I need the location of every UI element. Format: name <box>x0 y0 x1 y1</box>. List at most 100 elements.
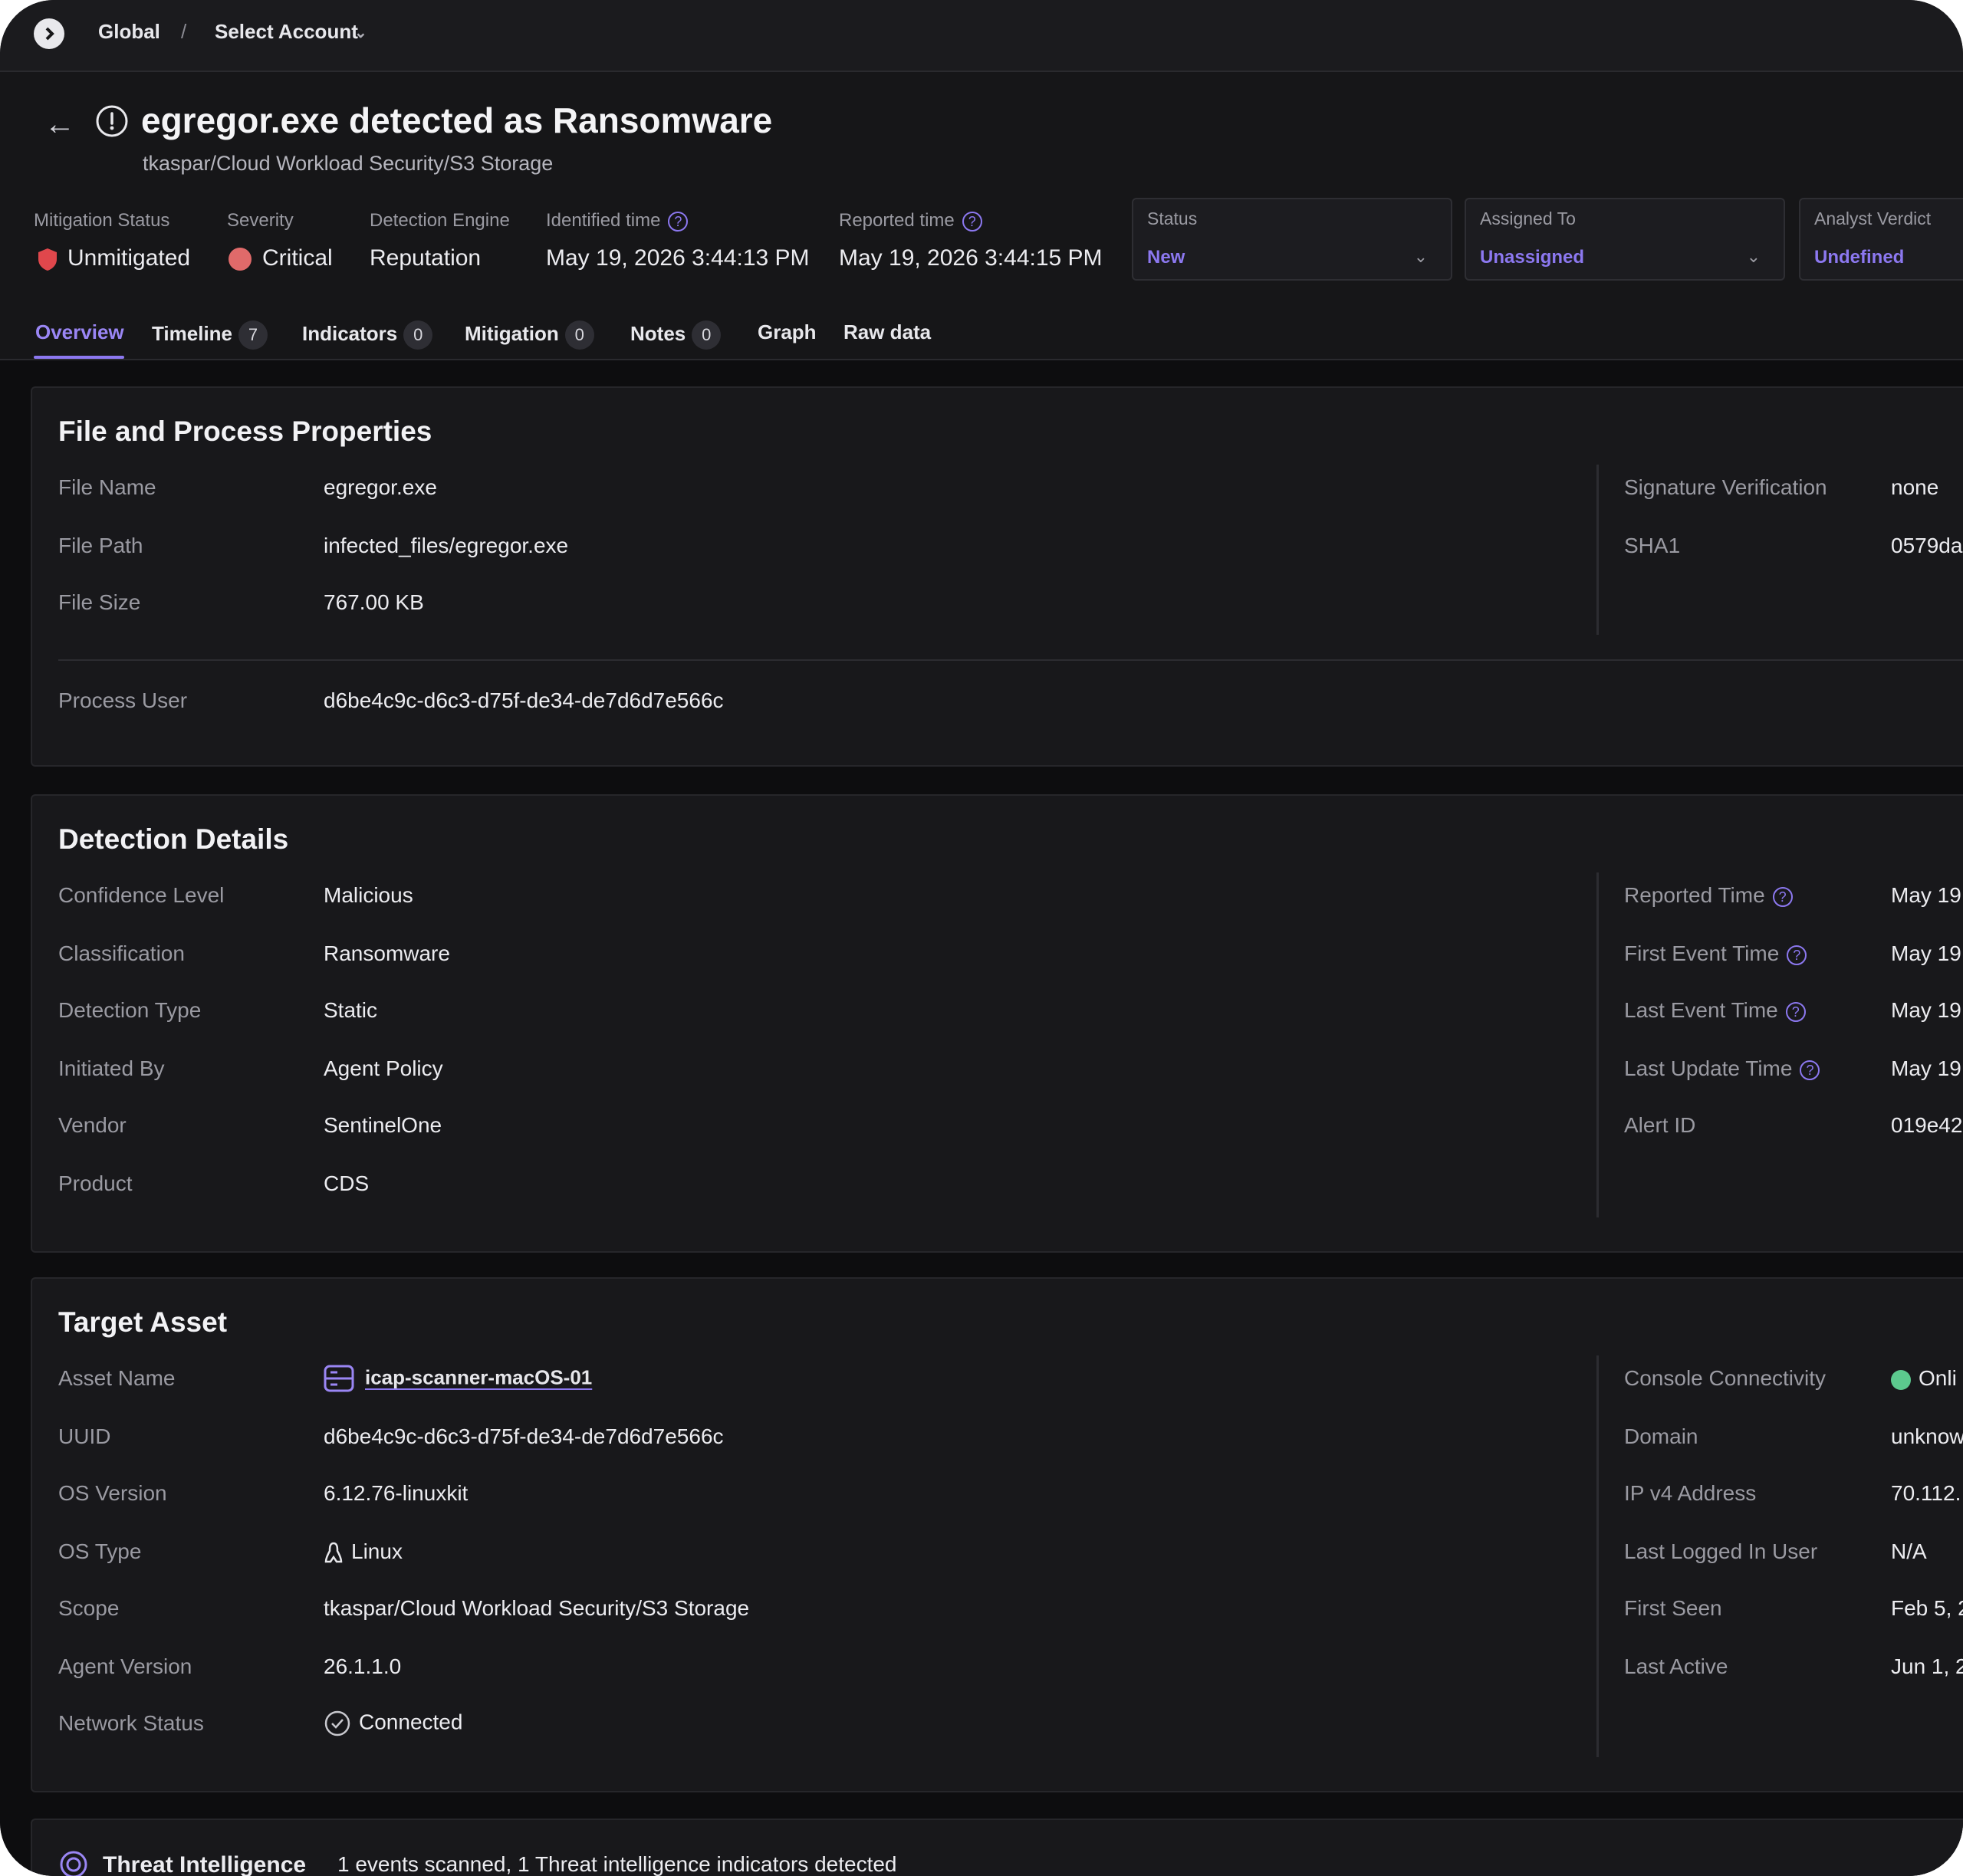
severity-value: Critical <box>229 245 333 271</box>
tab-graph[interactable]: Graph <box>758 320 817 344</box>
alert-id-label: Alert ID <box>1624 1113 1696 1137</box>
vendor-label: Vendor <box>58 1113 127 1137</box>
chevron-down-icon[interactable]: ⌄ <box>354 23 367 42</box>
network-status-value: Connected <box>324 1710 462 1737</box>
sentinel-logo-icon[interactable] <box>34 18 64 49</box>
last-logged-user-value: N/A <box>1891 1539 1927 1563</box>
file-process-properties-card: File and Process Properties File Name eg… <box>31 386 1963 767</box>
network-status-label: Network Status <box>58 1711 204 1735</box>
back-arrow-icon[interactable]: ← <box>44 107 75 142</box>
alert-id-value: 019e42 <box>1891 1113 1963 1137</box>
chevron-down-icon: ⌄ <box>1746 247 1761 266</box>
detection-type-label: Detection Type <box>58 998 202 1022</box>
os-version-value: 6.12.76-linuxkit <box>324 1481 469 1505</box>
identified-time-label: Identified time? <box>546 210 689 232</box>
tab-notes[interactable]: Notes 0 <box>630 320 722 350</box>
assigned-to-value: Unassigned <box>1480 247 1585 268</box>
analyst-verdict-label: Analyst Verdict <box>1814 209 1932 228</box>
help-icon[interactable]: ? <box>1800 1060 1820 1080</box>
reported-time-label: Reported Time? <box>1624 883 1793 908</box>
domain-value: unknow <box>1891 1424 1963 1448</box>
tab-mitigation[interactable]: Mitigation 0 <box>465 320 594 350</box>
asset-name-link[interactable]: icap-scanner-macOS-01 <box>365 1365 592 1388</box>
assigned-to-dropdown[interactable]: Assigned To Unassigned ⌄ <box>1465 198 1785 281</box>
column-divider <box>1596 872 1599 1217</box>
critical-severity-icon <box>229 248 252 271</box>
select-account-dropdown[interactable]: Select Account <box>215 20 358 44</box>
check-circle-icon <box>324 1710 350 1736</box>
help-icon[interactable]: ? <box>668 211 689 232</box>
assigned-to-label: Assigned To <box>1480 209 1576 228</box>
threat-intelligence-summary: 1 events scanned, 1 Threat intelligence … <box>337 1852 897 1876</box>
file-path-value: infected_files/egregor.exe <box>324 534 569 557</box>
first-event-time-label: First Event Time? <box>1624 941 1807 966</box>
threat-intelligence-card[interactable]: Threat Intelligence 1 events scanned, 1 … <box>31 1819 1963 1876</box>
reported-time-value: May 19, 2026 3:44:15 PM <box>839 245 1103 271</box>
first-seen-value: Feb 5, 2 <box>1891 1596 1963 1620</box>
signature-verification-label: Signature Verification <box>1624 475 1827 499</box>
card-title: Target Asset <box>58 1306 228 1338</box>
online-status-dot-icon <box>1891 1369 1911 1390</box>
tab-timeline[interactable]: Timeline 7 <box>152 320 268 350</box>
asset-name-value: icap-scanner-macOS-01 <box>324 1365 592 1392</box>
breadcrumb-global[interactable]: Global <box>98 20 160 44</box>
last-active-label: Last Active <box>1624 1654 1728 1678</box>
console-connectivity-label: Console Connectivity <box>1624 1366 1827 1390</box>
console-connectivity-value: Onli <box>1891 1366 1957 1391</box>
product-label: Product <box>58 1171 133 1195</box>
file-path-label: File Path <box>58 534 143 557</box>
last-event-time-value: May 19 <box>1891 998 1961 1022</box>
tab-overview[interactable]: Overview <box>35 320 124 344</box>
detection-type-value: Static <box>324 998 378 1022</box>
help-icon[interactable]: ? <box>1772 886 1793 907</box>
confidence-level-value: Malicious <box>324 883 413 907</box>
ipv4-label: IP v4 Address <box>1624 1481 1757 1505</box>
tab-raw-data[interactable]: Raw data <box>843 320 931 344</box>
domain-label: Domain <box>1624 1424 1698 1448</box>
help-icon[interactable]: ? <box>1787 945 1807 965</box>
tab-indicators[interactable]: Indicators 0 <box>302 320 433 350</box>
sha1-label: SHA1 <box>1624 534 1681 557</box>
identified-time-value: May 19, 2026 3:44:13 PM <box>546 245 810 271</box>
classification-value: Ransomware <box>324 941 450 965</box>
os-type-value: Linux <box>324 1539 403 1565</box>
threat-intelligence-title: Threat Intelligence <box>103 1852 307 1876</box>
signature-verification-value: none <box>1891 475 1939 499</box>
tab-count-badge: 0 <box>692 320 722 350</box>
status-dropdown[interactable]: Status New ⌄ <box>1132 198 1452 281</box>
shield-icon <box>38 248 57 271</box>
sha1-value: 0579da <box>1891 534 1963 557</box>
last-logged-user-label: Last Logged In User <box>1624 1539 1818 1563</box>
status-label: Status <box>1147 209 1198 228</box>
scope-label: Scope <box>58 1596 120 1620</box>
breadcrumb-separator: / <box>181 20 187 43</box>
analyst-verdict-dropdown[interactable]: Analyst Verdict Undefined <box>1799 198 1963 281</box>
page-subtitle-scope: tkaspar/Cloud Workload Security/S3 Stora… <box>143 152 554 175</box>
reported-time-value: May 19 <box>1891 883 1961 907</box>
threat-intel-icon <box>60 1851 87 1876</box>
ipv4-value: 70.112. <box>1891 1481 1961 1505</box>
help-icon[interactable]: ? <box>962 211 982 232</box>
reported-time-label: Reported time? <box>839 210 982 232</box>
confidence-level-label: Confidence Level <box>58 883 225 907</box>
help-icon[interactable]: ? <box>1785 1001 1806 1022</box>
last-update-time-label: Last Update Time? <box>1624 1056 1820 1081</box>
asset-name-label: Asset Name <box>58 1366 176 1390</box>
uuid-label: UUID <box>58 1424 111 1448</box>
chevron-down-icon: ⌄ <box>1413 247 1428 266</box>
alert-octagon-icon <box>96 105 128 137</box>
analyst-verdict-value: Undefined <box>1814 247 1905 268</box>
card-title: File and Process Properties <box>58 416 432 447</box>
detection-details-card: Detection Details Confidence Level Malic… <box>31 794 1963 1253</box>
last-event-time-label: Last Event Time? <box>1624 998 1806 1023</box>
linux-icon <box>324 1542 343 1562</box>
column-divider <box>1596 1355 1599 1757</box>
severity-label: Severity <box>227 210 294 231</box>
scope-value: tkaspar/Cloud Workload Security/S3 Stora… <box>324 1596 750 1620</box>
agent-version-label: Agent Version <box>58 1654 192 1678</box>
status-value: New <box>1147 247 1185 268</box>
column-divider <box>1596 465 1599 635</box>
agent-version-value: 26.1.1.0 <box>324 1654 402 1678</box>
top-bar: Global / Select Account ⌄ <box>0 0 1963 72</box>
section-divider <box>58 659 1963 661</box>
